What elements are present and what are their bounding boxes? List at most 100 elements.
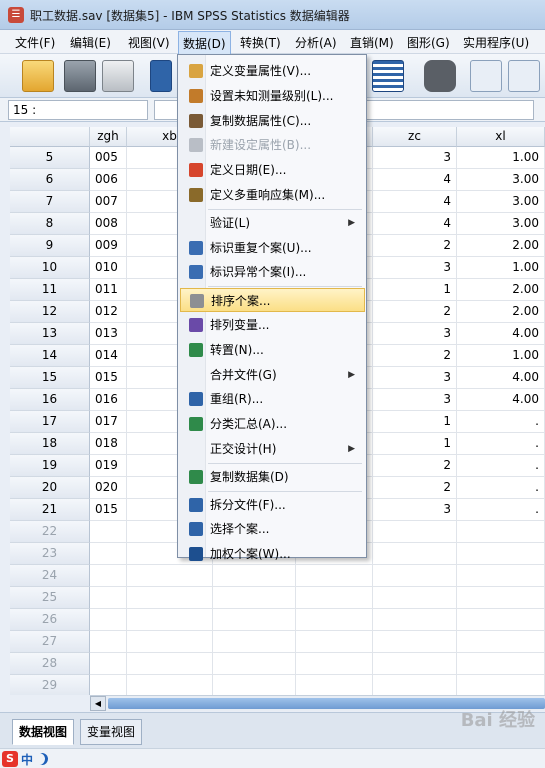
grid-cell[interactable] (213, 675, 296, 695)
grid-cell[interactable]: 4.00 (457, 389, 545, 411)
data-menu-item[interactable]: 标识异常个案(I)... (180, 260, 365, 284)
grid-cell[interactable] (90, 543, 127, 565)
grid-cell[interactable] (457, 587, 545, 609)
data-menu-item[interactable]: 合并文件(G) ▶ (180, 363, 365, 387)
grid-cell[interactable]: 012 (90, 301, 127, 323)
grid-cell[interactable] (457, 521, 545, 543)
grid-cell[interactable] (373, 675, 457, 695)
data-menu-item[interactable]: 定义变量属性(V)... (180, 59, 365, 83)
select-cases-icon[interactable] (508, 60, 540, 92)
grid-cell[interactable] (457, 675, 545, 695)
grid-cell[interactable] (296, 653, 373, 675)
grid-cell[interactable] (373, 521, 457, 543)
grid-cell[interactable]: 019 (90, 455, 127, 477)
grid-cell[interactable]: 005 (90, 147, 127, 169)
grid-cell[interactable]: 2 (373, 455, 457, 477)
grid-cell[interactable]: 3 (373, 367, 457, 389)
grid-cell[interactable] (213, 609, 296, 631)
grid-cell[interactable] (296, 587, 373, 609)
grid-cell[interactable]: . (457, 433, 545, 455)
grid-cell[interactable] (127, 565, 213, 587)
row-header[interactable]: 24 (10, 565, 90, 587)
grid-cell[interactable]: 2.00 (457, 235, 545, 257)
save-disk-icon[interactable] (64, 60, 96, 92)
grid-cell[interactable]: 3.00 (457, 169, 545, 191)
grid-cell[interactable]: 1.00 (457, 345, 545, 367)
grid-cell[interactable] (213, 653, 296, 675)
row-header[interactable]: 15 (10, 367, 90, 389)
print-icon[interactable] (102, 60, 134, 92)
column-header-4[interactable]: zc (373, 127, 457, 147)
row-header[interactable]: 27 (10, 631, 90, 653)
row-header[interactable]: 21 (10, 499, 90, 521)
grid-cell[interactable]: . (457, 411, 545, 433)
menu-2[interactable]: 视图(V) (128, 34, 170, 51)
grid-cell[interactable]: 2 (373, 477, 457, 499)
grid-cell[interactable]: 4.00 (457, 367, 545, 389)
grid-cell[interactable]: . (457, 477, 545, 499)
grid-cell[interactable] (373, 543, 457, 565)
menu-8[interactable]: 实用程序(U) (463, 34, 529, 51)
data-menu-item[interactable]: 标识重复个案(U)... (180, 236, 365, 260)
row-header[interactable]: 18 (10, 433, 90, 455)
grid-cell[interactable] (213, 631, 296, 653)
data-menu-item[interactable]: 设置未知测量级别(L)... (180, 84, 365, 108)
grid-cell[interactable]: 008 (90, 213, 127, 235)
grid-cell[interactable] (457, 543, 545, 565)
menu-5[interactable]: 分析(A) (295, 34, 337, 51)
grid-cell[interactable]: 2 (373, 235, 457, 257)
grid-cell[interactable] (127, 609, 213, 631)
grid-cell[interactable] (373, 631, 457, 653)
menu-7[interactable]: 图形(G) (407, 34, 450, 51)
data-menu-item[interactable]: 选择个案... (180, 517, 365, 541)
grid-cell[interactable] (373, 587, 457, 609)
grid-cell[interactable]: 017 (90, 411, 127, 433)
variables-grid-icon[interactable] (372, 60, 404, 92)
grid-cell[interactable]: 4 (373, 169, 457, 191)
row-header[interactable]: 8 (10, 213, 90, 235)
data-menu-item[interactable]: 定义日期(E)... (180, 158, 365, 182)
grid-cell[interactable]: 1 (373, 433, 457, 455)
row-header[interactable]: 23 (10, 543, 90, 565)
grid-cell[interactable] (90, 653, 127, 675)
menu-4[interactable]: 转换(T) (240, 34, 281, 51)
grid-cell[interactable]: 018 (90, 433, 127, 455)
row-header[interactable]: 6 (10, 169, 90, 191)
grid-cell[interactable]: 016 (90, 389, 127, 411)
row-header[interactable]: 28 (10, 653, 90, 675)
menu-0[interactable]: 文件(F) (15, 34, 55, 51)
grid-cell[interactable] (296, 565, 373, 587)
grid-cell[interactable]: 3 (373, 389, 457, 411)
grid-cell[interactable]: 3 (373, 147, 457, 169)
column-header-0[interactable]: zgh (90, 127, 127, 147)
grid-cell[interactable] (373, 653, 457, 675)
grid-cell[interactable]: 010 (90, 257, 127, 279)
row-header[interactable]: 29 (10, 675, 90, 695)
open-folder-icon[interactable] (22, 60, 54, 92)
grid-cell[interactable] (296, 675, 373, 695)
row-header[interactable]: 17 (10, 411, 90, 433)
grid-cell[interactable] (296, 631, 373, 653)
grid-cell[interactable] (127, 653, 213, 675)
grid-cell[interactable]: 014 (90, 345, 127, 367)
row-header[interactable]: 7 (10, 191, 90, 213)
tab-0[interactable]: 数据视图 (12, 719, 75, 745)
grid-cell[interactable]: 4 (373, 191, 457, 213)
data-menu-item[interactable]: 加权个案(W)... (180, 542, 365, 566)
grid-cell[interactable]: 1.00 (457, 147, 545, 169)
data-menu-item[interactable]: 转置(N)... (180, 338, 365, 362)
ime-indicator[interactable]: S 中 (2, 750, 48, 768)
grid-cell[interactable]: 3 (373, 499, 457, 521)
grid-cell[interactable]: 2.00 (457, 301, 545, 323)
row-header[interactable]: 16 (10, 389, 90, 411)
grid-cell[interactable] (457, 631, 545, 653)
grid-cell[interactable]: 015 (90, 499, 127, 521)
data-menu-item[interactable]: 验证(L) ▶ (180, 211, 365, 235)
row-header[interactable]: 22 (10, 521, 90, 543)
grid-cell[interactable] (90, 587, 127, 609)
grid-cell[interactable] (127, 587, 213, 609)
data-menu-item[interactable]: 复制数据属性(C)... (180, 109, 365, 133)
data-menu-item[interactable]: 重组(R)... (180, 387, 365, 411)
grid-cell[interactable] (127, 631, 213, 653)
cell-reference-field[interactable]: 15 : (8, 100, 148, 120)
